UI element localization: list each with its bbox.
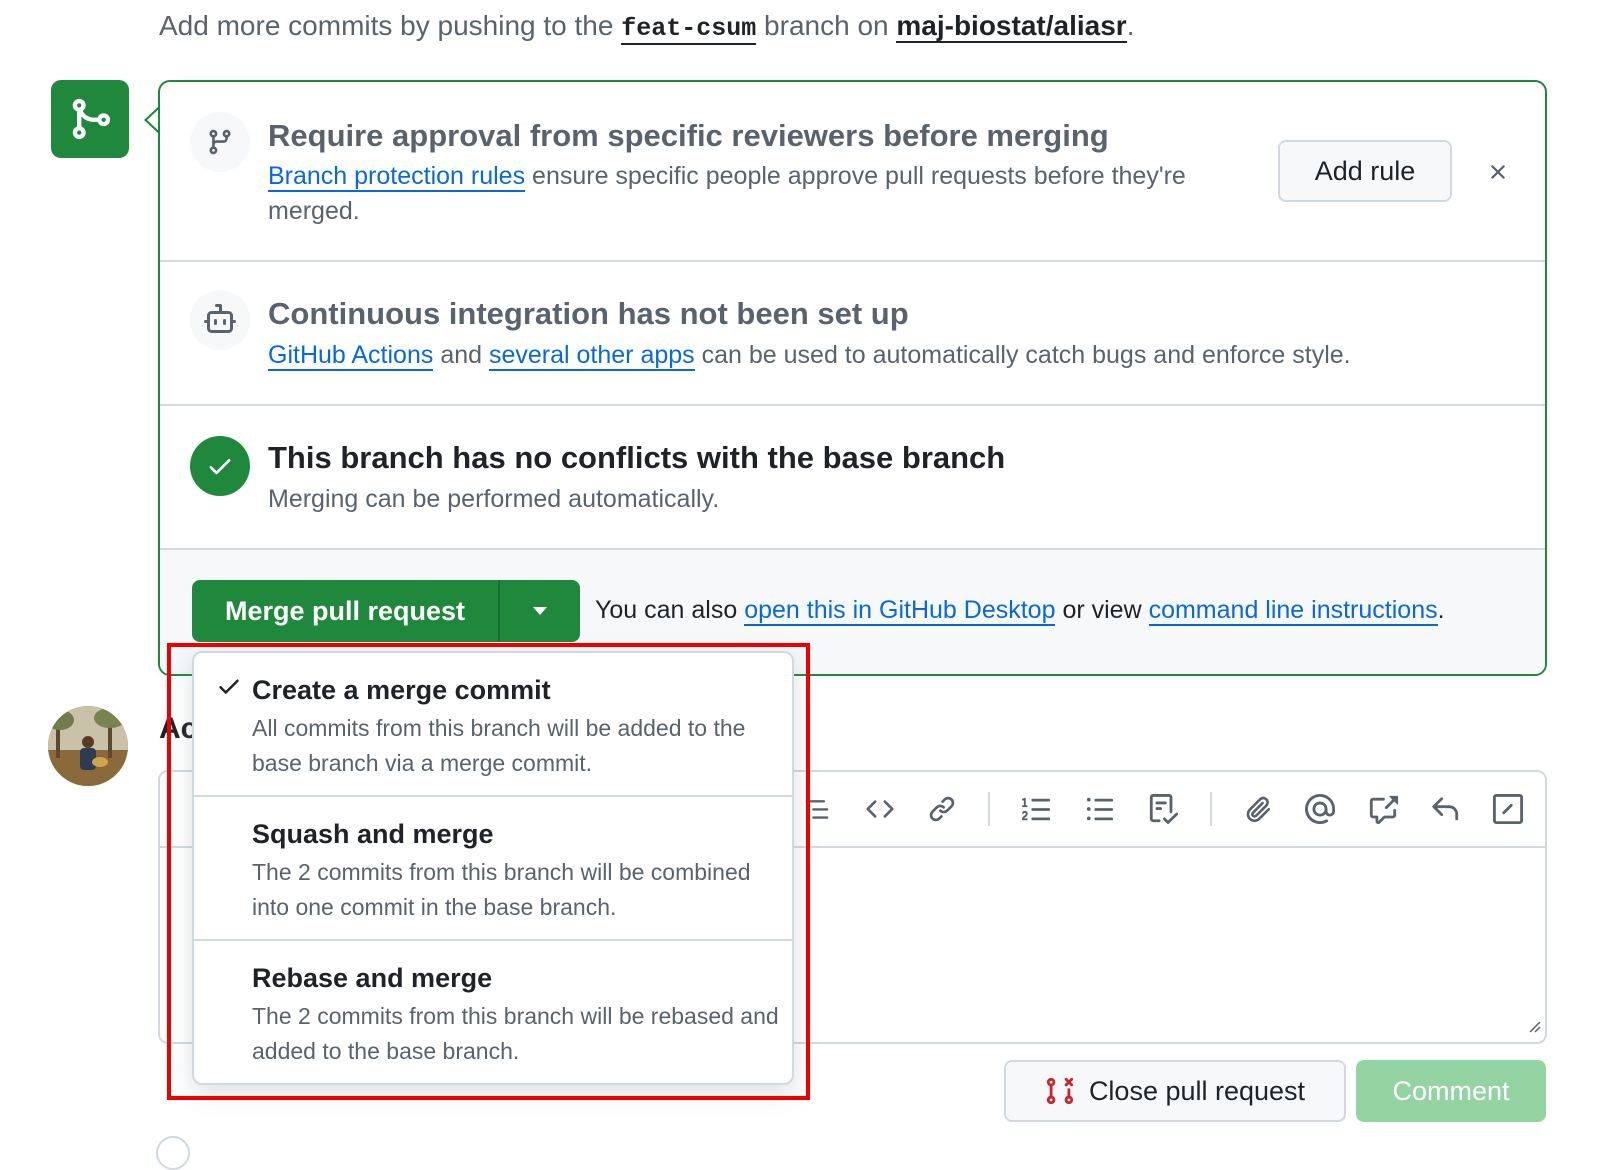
code-icon[interactable] xyxy=(863,792,897,826)
close-pull-request-button[interactable]: Close pull request xyxy=(1004,1060,1346,1122)
numbered-list-icon[interactable] xyxy=(1020,792,1054,826)
triangle-down-icon xyxy=(533,607,547,615)
repo-link[interactable]: maj-biostat/aliasr xyxy=(896,10,1127,43)
slash-command-icon[interactable] xyxy=(1491,792,1525,826)
command-line-link[interactable]: command line instructions xyxy=(1148,596,1438,626)
resize-handle-icon[interactable] xyxy=(1527,1019,1541,1038)
merge-box: Require approval from specific reviewers… xyxy=(158,80,1547,676)
ci-title: Continuous integration has not been set … xyxy=(268,296,909,331)
paperclip-icon[interactable] xyxy=(1241,792,1275,826)
conflicts-title: This branch has no conflicts with the ba… xyxy=(268,440,1006,475)
avatar[interactable] xyxy=(48,706,128,786)
merge-method-dropdown-button[interactable] xyxy=(498,580,580,642)
merge-button-group: Merge pull request xyxy=(192,580,580,642)
github-actions-link[interactable]: GitHub Actions xyxy=(268,341,434,371)
merge-alternatives: You can also open this in GitHub Desktop… xyxy=(595,596,1445,626)
git-pull-request-closed-icon xyxy=(1046,1077,1074,1105)
conflicts-section: This branch has no conflicts with the ba… xyxy=(160,406,1545,550)
approval-section: Require approval from specific reviewers… xyxy=(160,82,1545,262)
branch-protection-link[interactable]: Branch protection rules xyxy=(268,162,526,192)
toolbar-divider xyxy=(1210,792,1212,826)
red-highlight-box xyxy=(167,643,810,1100)
robot-icon xyxy=(190,290,250,350)
add-rule-button[interactable]: Add rule xyxy=(1278,140,1452,202)
ci-section: Continuous integration has not been set … xyxy=(160,262,1545,406)
approval-description: Branch protection rules ensure specific … xyxy=(268,162,1186,225)
comment-button[interactable]: Comment xyxy=(1356,1060,1546,1122)
check-circle-icon xyxy=(190,436,250,496)
merge-pull-request-button[interactable]: Merge pull request xyxy=(192,580,498,642)
task-list-icon[interactable] xyxy=(1146,792,1180,826)
github-desktop-link[interactable]: open this in GitHub Desktop xyxy=(744,596,1056,626)
git-merge-icon xyxy=(51,80,129,158)
ci-description: GitHub Actions and several other apps ca… xyxy=(268,341,1351,371)
toolbar-divider xyxy=(988,792,990,826)
reply-icon[interactable] xyxy=(1428,792,1462,826)
conflicts-description: Merging can be performed automatically. xyxy=(268,485,720,513)
timeline-marker xyxy=(156,1136,190,1170)
other-apps-link[interactable]: several other apps xyxy=(488,341,695,371)
git-branch-icon xyxy=(190,112,250,172)
merge-box-pointer xyxy=(144,106,160,134)
link-icon[interactable] xyxy=(925,792,959,826)
cross-reference-icon[interactable] xyxy=(1366,792,1400,826)
close-icon[interactable] xyxy=(1482,156,1514,188)
push-commits-hint: Add more commits by pushing to the feat-… xyxy=(159,10,1135,45)
approval-title: Require approval from specific reviewers… xyxy=(268,118,1109,153)
bulleted-list-icon[interactable] xyxy=(1083,792,1117,826)
branch-name[interactable]: feat-csum xyxy=(621,14,757,45)
mention-icon[interactable] xyxy=(1303,792,1337,826)
